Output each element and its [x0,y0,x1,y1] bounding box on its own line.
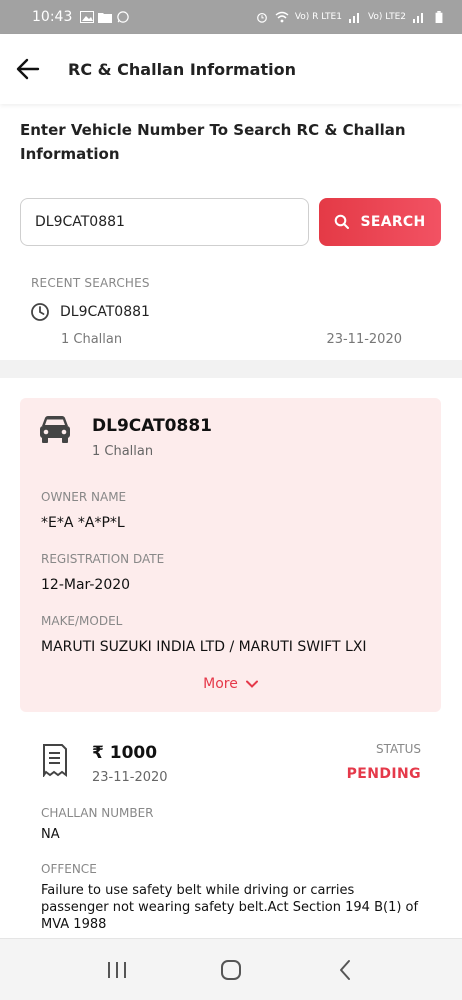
vehicle-number-value: DL9CAT0881 [35,214,125,230]
receipt-icon [43,744,67,777]
vehicle-number-input[interactable]: DL9CAT0881 [20,198,309,246]
owner-name-value: *E*A *A*P*L [41,515,125,531]
status-badge: PENDING [346,766,421,782]
signal-icon-2 [413,13,423,23]
page-title: RC & Challan Information [68,59,296,79]
recent-searches-label: RECENT SEARCHES [31,276,150,290]
recents-button[interactable] [97,950,137,990]
back-button[interactable] [14,55,42,83]
signal-icon [348,13,359,23]
folder-icon [98,13,113,23]
rc-details-card: DL9CAT0881 1 Challan OWNER NAME *E*A *A*… [20,398,441,712]
notification-icons [80,11,130,23]
registration-date-value: 12-Mar-2020 [41,577,131,593]
car-icon [40,416,70,443]
more-label: More [203,676,238,692]
challan-number-label: CHALLAN NUMBER [41,806,154,820]
back-icon [340,959,350,980]
chevron-down-icon [245,680,258,688]
search-button-label: SEARCH [360,214,426,230]
rc-reg-number: DL9CAT0881 [92,416,212,436]
network-label-1: Vo) R LTE1 [294,12,342,22]
rc-challan-count: 1 Challan [92,444,154,459]
recent-challan-count: 1 Challan [61,332,123,347]
battery-icon [435,11,443,23]
recent-date: 23-11-2020 [326,332,402,347]
challan-date: 23-11-2020 [92,770,168,785]
home-icon [221,959,241,980]
offence-label: OFFENCE [41,862,97,876]
search-icon [335,214,350,229]
recents-icon [108,961,126,978]
search-prompt: Enter Vehicle Number To Search RC & Chal… [20,121,406,163]
owner-name-label: OWNER NAME [41,490,127,504]
home-button[interactable] [211,950,251,990]
more-button[interactable]: More [20,676,441,692]
whatsapp-icon [117,11,130,23]
image-icon [80,11,95,23]
app-bar: RC & Challan Information [0,34,462,104]
alarm-icon [256,12,267,23]
recent-reg-number: DL9CAT0881 [60,304,150,320]
challan-amount: ₹ 1000 [92,743,158,763]
make-model-value: MARUTI SUZUKI INDIA LTD / MARUTI SWIFT L… [41,639,367,655]
clock-icon [31,303,49,321]
arrow-left-icon [16,58,40,80]
offence-value: Failure to use safety belt while driving… [41,883,419,932]
status-right: Vo) R LTE1 Vo) LTE2 [255,11,446,23]
section-divider [0,360,462,378]
status-time: 10:43 [32,9,73,25]
registration-date-label: REGISTRATION DATE [41,552,165,566]
system-nav-bar [0,938,462,1000]
wifi-icon [275,11,289,23]
network-label-2: Vo) LTE2 [367,12,406,22]
recent-search-item[interactable]: DL9CAT0881 1 Challan 23-11-2020 [30,302,402,347]
status-bar: 10:43 Vo) R LTE1 Vo) LTE2 [0,0,462,34]
challan-number-value: NA [41,827,60,842]
make-model-label: MAKE/MODEL [41,614,123,628]
nav-back-button[interactable] [325,950,365,990]
status-label: STATUS [375,742,421,756]
search-button[interactable]: SEARCH [319,198,441,246]
